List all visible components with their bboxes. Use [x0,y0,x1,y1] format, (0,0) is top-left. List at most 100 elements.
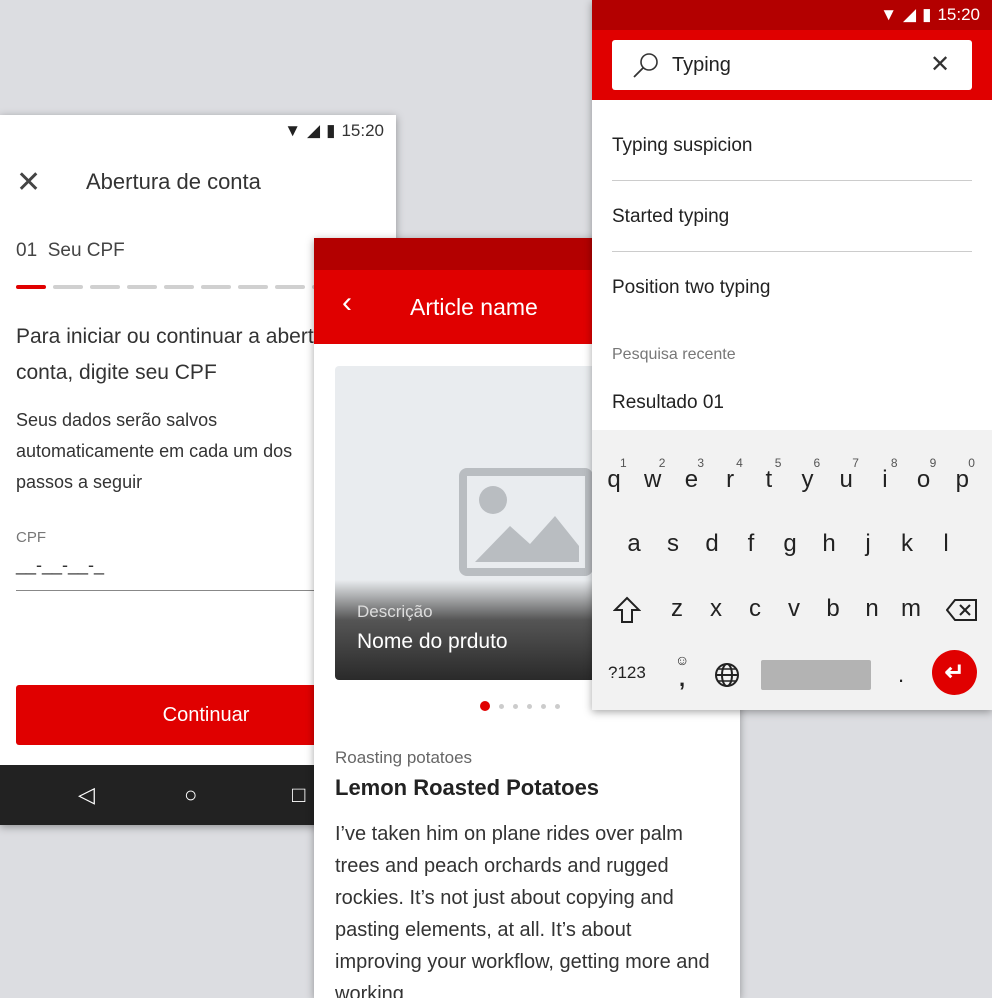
key-d[interactable]: d [697,530,727,558]
key-hint: 6 [813,456,821,470]
key-hint: 3 [697,456,705,470]
carousel-dot[interactable] [555,703,560,709]
search-icon [633,53,658,78]
key-f[interactable]: f [736,530,766,558]
key-a[interactable]: a [619,530,649,558]
article-body: I’ve taken him on plane rides over palm … [335,823,710,998]
key-r[interactable]: r [715,466,745,494]
key-j[interactable]: j [853,530,883,558]
carousel-dots [480,701,560,711]
key-hint: 2 [658,456,666,470]
key-hint: 9 [929,456,937,470]
key-p[interactable]: p [947,466,977,494]
step-dash [90,285,120,289]
key-k[interactable]: k [892,530,922,558]
key-x[interactable]: x [701,595,731,623]
signal-icon: ◢ [903,5,917,24]
recent-search-label: Pesquisa recente [612,346,736,363]
key-hint: 0 [968,456,975,470]
wifi-icon: ▼ [880,5,898,24]
keyboard: ?123 ☺ , . ↵ q1w2e3r4t5y6u7i8o9p0asdfghj… [592,430,992,710]
step-dash [238,285,268,289]
status-time: 15:20 [341,121,384,140]
key-hint: 8 [890,456,898,470]
search-screen: ▼ ◢ ▮ 15:20 Typing ✕ Typing suspicion Starte… [592,0,992,710]
enter-button[interactable]: ↵ [932,650,977,695]
recent-result-item[interactable]: Resultado 01 [612,392,972,414]
comma-key[interactable]: , [679,666,685,692]
image-title: Nome do prduto [357,630,508,653]
step-dash [16,285,46,289]
back-nav-icon[interactable]: ◁ [78,782,95,808]
close-icon[interactable]: ✕ [16,165,41,200]
home-nav-icon[interactable]: ○ [184,782,197,808]
status-bar: ▼ ◢ ▮ 15:20 [0,115,396,147]
image-caption: Descrição [357,602,433,621]
key-b[interactable]: b [818,595,848,623]
step-dash [53,285,83,289]
signal-icon: ◢ [307,121,321,140]
key-i[interactable]: i [870,466,900,494]
carousel-dot[interactable] [541,703,546,709]
key-hint: 4 [736,456,743,470]
key-hint: 7 [852,456,859,470]
key-s[interactable]: s [658,530,688,558]
article-category: Roasting potatoes [335,748,473,767]
key-u[interactable]: u [831,466,861,494]
key-q[interactable]: q [599,466,629,494]
key-z[interactable]: z [662,595,692,623]
key-hint: 5 [774,456,782,470]
search-header: Typing ✕ [592,30,992,100]
key-w[interactable]: w [638,466,668,494]
key-t[interactable]: t [754,466,784,494]
page-title: Abertura de conta [86,169,261,194]
wifi-icon: ▼ [284,121,302,140]
period-key[interactable]: . [898,662,904,688]
step-dash [275,285,305,289]
globe-icon[interactable] [714,662,740,688]
suggestion-item[interactable]: Started typing [612,206,972,228]
key-c[interactable]: c [740,595,770,623]
article-headline: Lemon Roasted Potatoes [335,775,600,800]
carousel-dot[interactable] [480,701,490,711]
step-dash [201,285,231,289]
cpf-input[interactable]: __-__-__-_ [16,555,316,591]
key-g[interactable]: g [775,530,805,558]
key-h[interactable]: h [814,530,844,558]
image-placeholder-icon [459,468,593,576]
key-m[interactable]: m [896,595,926,623]
suggestion-item[interactable]: Position two typing [612,277,972,299]
step-dash [164,285,194,289]
key-l[interactable]: l [931,530,961,558]
shift-icon[interactable] [613,596,641,624]
status-time: 15:20 [937,5,980,24]
back-icon[interactable]: ‹ [342,286,352,320]
cpf-label: CPF [16,529,46,546]
space-bar[interactable] [761,660,871,690]
battery-icon: ▮ [326,121,336,140]
carousel-dot[interactable] [527,703,532,709]
key-y[interactable]: y [793,466,823,494]
backspace-icon[interactable] [946,598,978,622]
carousel-dot[interactable] [499,703,504,709]
search-input[interactable]: Typing ✕ [612,40,972,90]
clear-search-icon[interactable]: ✕ [930,50,950,79]
step-indicator: 01 Seu CPF [16,240,125,262]
key-o[interactable]: o [909,466,939,494]
step-label: Seu CPF [47,240,125,261]
key-hint: 1 [620,456,627,470]
divider [612,251,972,252]
battery-icon: ▮ [922,5,932,24]
status-bar: ▼ ◢ ▮ 15:20 [592,0,992,30]
step-dash [127,285,157,289]
suggestion-item[interactable]: Typing suspicion [612,135,972,157]
key-e[interactable]: e [676,466,706,494]
recents-nav-icon[interactable]: □ [292,782,305,808]
instruction-body: Seus dados serão salvos automaticamente … [16,410,293,492]
key-n[interactable]: n [857,595,887,623]
header-title: Article name [410,294,538,320]
step-number: 01 [16,240,38,261]
carousel-dot[interactable] [513,703,518,709]
symbols-key[interactable]: ?123 [608,663,646,683]
key-v[interactable]: v [779,595,809,623]
